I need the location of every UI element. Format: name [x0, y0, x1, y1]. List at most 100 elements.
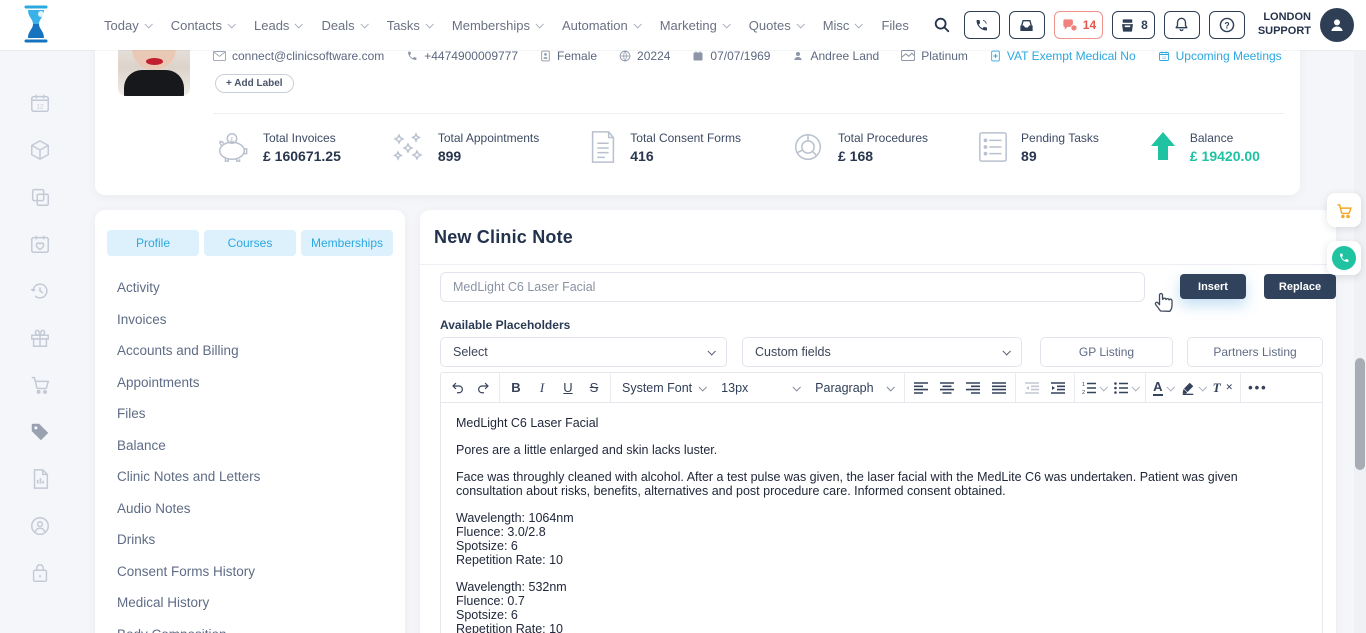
underline-button[interactable]: U — [556, 376, 580, 400]
page-scrollbar[interactable] — [1354, 50, 1366, 633]
clear-formatting-button[interactable]: T✕ — [1210, 376, 1237, 400]
ordered-list-button[interactable]: 12 — [1079, 376, 1109, 400]
help-button[interactable]: ? — [1209, 11, 1245, 39]
calendar-heart-icon[interactable] — [29, 233, 51, 255]
vat-exempt-link[interactable]: VAT Exempt Medical No — [990, 49, 1136, 63]
tags-icon[interactable] — [29, 421, 51, 443]
align-justify-button[interactable] — [987, 376, 1011, 400]
inbox-button[interactable] — [1009, 11, 1045, 39]
floating-phone-button[interactable] — [1327, 241, 1361, 275]
chat-notifications-button[interactable]: 14 — [1054, 11, 1103, 39]
indent-button[interactable] — [1046, 376, 1070, 400]
bullet-list-button[interactable] — [1111, 376, 1141, 400]
nav-item-today[interactable]: Today — [104, 18, 151, 33]
menu-item-drinks[interactable]: Drinks — [117, 532, 393, 547]
pos-terminal-button[interactable]: 8 — [1112, 11, 1155, 39]
nav-item-contacts[interactable]: Contacts — [171, 18, 234, 33]
nav-item-deals[interactable]: Deals — [321, 18, 366, 33]
note-content-editor[interactable]: MedLight C6 Laser Facial Pores are a lit… — [441, 403, 1322, 633]
menu-item-audio-notes[interactable]: Audio Notes — [117, 501, 393, 516]
user-avatar[interactable] — [1320, 8, 1354, 42]
highlight-color-button[interactable] — [1178, 376, 1208, 400]
menu-item-body-composition[interactable]: Body Composition — [117, 627, 393, 633]
menu-item-activity[interactable]: Activity — [117, 280, 393, 295]
redo-icon — [476, 380, 491, 395]
editor-toolbar: B I U S System Font 13px Paragraph — [441, 373, 1322, 403]
menu-item-files[interactable]: Files — [117, 406, 393, 421]
custom-fields-select[interactable]: Custom fields — [742, 337, 1022, 367]
tab-memberships[interactable]: Memberships — [301, 230, 393, 256]
lock-icon[interactable] — [29, 562, 51, 584]
nav-item-leads[interactable]: Leads — [254, 18, 301, 33]
bold-button[interactable]: B — [504, 376, 528, 400]
nav-item-automation[interactable]: Automation — [562, 18, 640, 33]
menu-item-consent-forms-history[interactable]: Consent Forms History — [117, 564, 393, 579]
phone-call-button[interactable] — [964, 11, 1000, 39]
nav-item-marketing[interactable]: Marketing — [660, 18, 729, 33]
search-icon[interactable] — [933, 16, 951, 34]
floating-cart-button[interactable] — [1327, 193, 1361, 227]
replace-button[interactable]: Replace — [1264, 274, 1336, 299]
align-right-button[interactable] — [961, 376, 985, 400]
add-label-button[interactable]: + Add Label — [215, 74, 294, 93]
card-icon — [901, 50, 915, 61]
outdent-button[interactable] — [1020, 376, 1044, 400]
client-email[interactable]: connect@clinicsoftware.com — [213, 49, 384, 63]
copy-icon[interactable] — [29, 186, 51, 208]
history-icon[interactable] — [29, 280, 51, 302]
align-center-button[interactable] — [935, 376, 959, 400]
client-phone[interactable]: +4474900009777 — [406, 49, 518, 63]
menu-item-balance[interactable]: Balance — [117, 438, 393, 453]
top-right-actions: 14 8 ? LONDON SUPPORT — [933, 0, 1354, 50]
nav-label: Quotes — [749, 18, 791, 33]
partners-listing-button[interactable]: Partners Listing — [1187, 337, 1323, 367]
menu-item-medical-history[interactable]: Medical History — [117, 595, 393, 610]
nav-item-tasks[interactable]: Tasks — [387, 18, 432, 33]
nav-item-misc[interactable]: Misc — [823, 18, 862, 33]
client-photo[interactable] — [118, 44, 190, 96]
menu-item-accounts-and-billing[interactable]: Accounts and Billing — [117, 343, 393, 358]
font-family-select[interactable]: System Font — [615, 381, 712, 395]
block-format-select[interactable]: Paragraph — [808, 381, 900, 395]
redo-button[interactable] — [471, 376, 495, 400]
member-icon[interactable] — [29, 515, 51, 537]
chevron-down-icon — [707, 347, 715, 355]
strikethrough-button[interactable]: S — [582, 376, 606, 400]
client-dob: 07/07/1969 — [692, 49, 770, 63]
calendar-icon[interactable]: 12 — [29, 92, 51, 114]
cart-icon[interactable] — [29, 374, 51, 396]
insert-button[interactable]: Insert — [1180, 274, 1246, 299]
clinicsoftware-logo[interactable] — [20, 4, 52, 44]
ordered-list-icon: 12 — [1082, 382, 1096, 394]
chat-badge-count: 14 — [1083, 18, 1096, 32]
bullet-list-icon — [1114, 382, 1128, 394]
nav-item-memberships[interactable]: Memberships — [452, 18, 542, 33]
more-tools-button[interactable]: ••• — [1245, 376, 1271, 400]
tab-courses[interactable]: Courses — [204, 230, 296, 256]
nav-item-files[interactable]: Files — [881, 18, 908, 33]
gift-icon[interactable] — [29, 327, 51, 349]
notifications-button[interactable] — [1164, 11, 1200, 39]
chevron-down-icon — [1132, 383, 1140, 391]
package-icon[interactable] — [29, 139, 51, 161]
placeholder-select[interactable]: Select — [440, 337, 727, 367]
menu-item-appointments[interactable]: Appointments — [117, 375, 393, 390]
text-color-button[interactable]: A — [1150, 376, 1175, 400]
tab-profile[interactable]: Profile — [107, 230, 199, 256]
nav-label: Leads — [254, 18, 289, 33]
menu-item-invoices[interactable]: Invoices — [117, 312, 393, 327]
gp-listing-button[interactable]: GP Listing — [1040, 337, 1173, 367]
align-left-button[interactable] — [909, 376, 933, 400]
report-icon[interactable] — [29, 468, 51, 490]
note-title-input[interactable] — [440, 272, 1145, 302]
italic-button[interactable]: I — [530, 376, 554, 400]
undo-button[interactable] — [445, 376, 469, 400]
nav-item-quotes[interactable]: Quotes — [749, 18, 803, 33]
client-gender: Female — [540, 49, 597, 63]
font-size-select[interactable]: 13px — [714, 381, 806, 395]
upcoming-meetings-link[interactable]: 12 Upcoming Meetings — [1158, 49, 1282, 63]
menu-item-clinic-notes-and-letters[interactable]: Clinic Notes and Letters — [117, 469, 393, 484]
note-line: Wavelength: 1064nm — [456, 511, 1307, 525]
bell-icon — [1174, 17, 1189, 33]
scrollbar-thumb[interactable] — [1355, 358, 1365, 470]
